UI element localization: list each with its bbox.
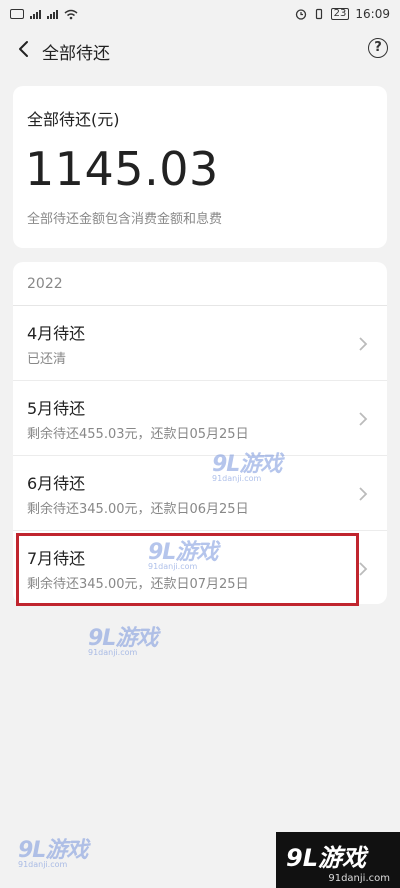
list-item-subtitle: 剩余待还345.00元，还款日06月25日 [27,502,249,517]
watermark-text: 9L游戏 [18,838,88,863]
corner-watermark: 9L游戏 91danji.com [276,832,400,888]
corner-watermark-text: 9L游戏 [286,844,366,872]
signal-icon-2 [47,9,58,19]
signal-icon [30,9,41,19]
alarm-icon [295,9,306,20]
back-arrow-icon[interactable] [12,38,34,60]
list-item-subtitle: 剩余待还345.00元，还款日07月25日 [27,577,249,592]
list-item-subtitle: 剩余待还455.03元，还款日05月25日 [27,427,249,442]
nav-bar: 全部待还 ? [0,28,400,72]
list-item-june[interactable]: 6月待还 剩余待还345.00元，还款日06月25日 [13,456,387,531]
repayment-list: 2022 4月待还 已还清 5月待还 剩余待还455.03元，还款日05月25日… [13,262,387,604]
status-bar: 23 16:09 [0,0,400,28]
summary-amount: 1145.03 [25,142,219,196]
summary-card: 全部待还(元) 1145.03 全部待还金额包含消费金额和息费 [13,86,387,248]
help-icon[interactable]: ? [368,38,388,58]
list-item-title: 7月待还 [27,549,86,568]
corner-watermark-url: 91danji.com [328,873,390,884]
list-item-title: 4月待还 [27,324,86,343]
list-item-subtitle: 已还清 [27,352,67,367]
sim-icon [10,9,24,19]
watermark-logo: 9L游戏 91danji.com [18,832,88,869]
battery-icon: 23 [330,8,350,20]
list-item-title: 6月待还 [27,474,86,493]
watermark-url: 91danji.com [88,648,138,657]
chevron-right-icon [359,562,368,576]
chevron-right-icon [359,337,368,351]
list-item-july[interactable]: 7月待还 剩余待还345.00元，还款日07月25日 [13,531,387,604]
list-item-april[interactable]: 4月待还 已还清 [13,306,387,381]
status-left [10,9,78,20]
summary-note: 全部待还金额包含消费金额和息费 [27,212,223,227]
status-right: 23 16:09 [295,7,390,21]
year-header: 2022 [13,262,387,306]
watermark-url: 91danji.com [18,860,68,869]
status-time: 16:09 [355,7,390,21]
vibrate-icon [315,8,322,20]
summary-label: 全部待还(元) [27,110,120,129]
chevron-right-icon [359,412,368,426]
wifi-icon [64,9,78,19]
year-label: 2022 [27,276,63,292]
list-item-may[interactable]: 5月待还 剩余待还455.03元，还款日05月25日 [13,381,387,456]
chevron-right-icon [359,487,368,501]
watermark-text: 9L游戏 [88,626,158,651]
watermark-logo: 9L游戏 91danji.com [88,620,158,657]
list-item-title: 5月待还 [27,399,86,418]
page-title: 全部待还 [42,44,110,64]
